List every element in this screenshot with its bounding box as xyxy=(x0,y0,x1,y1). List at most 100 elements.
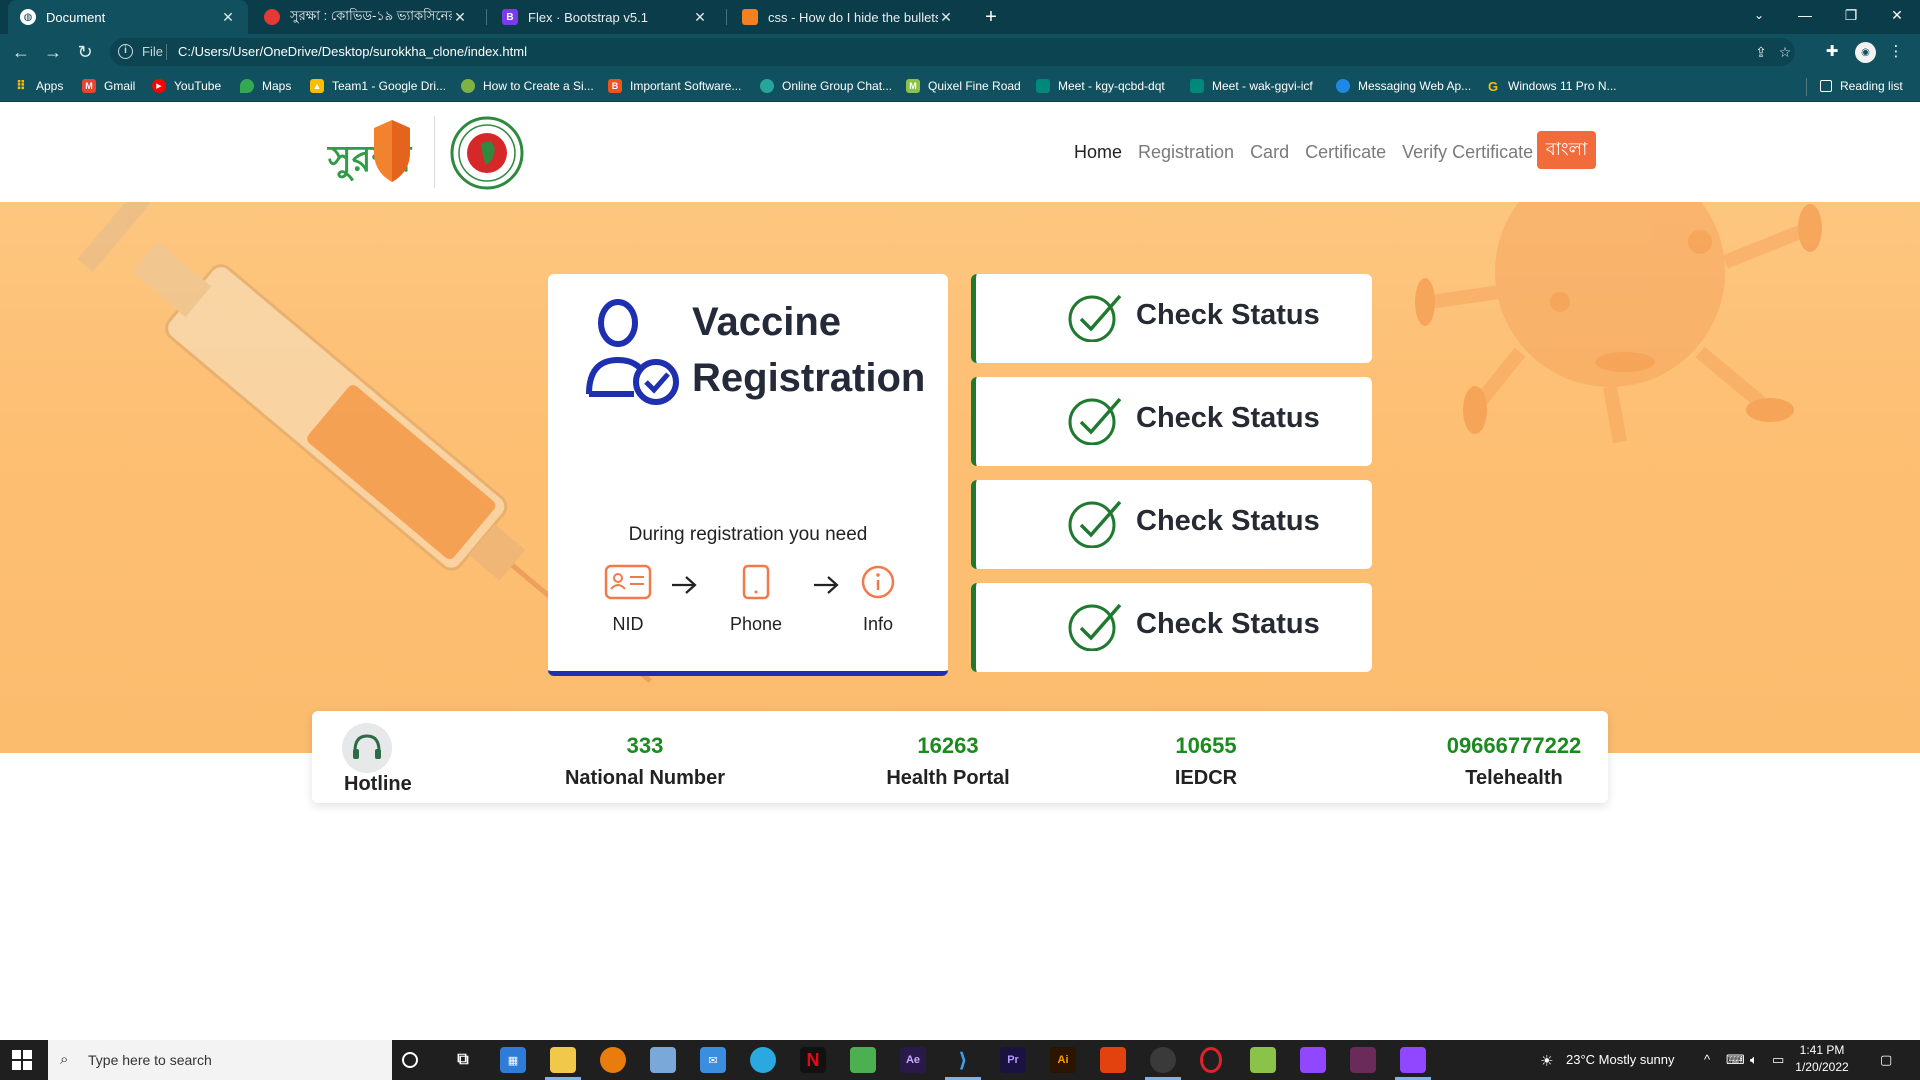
taskbar-search-box[interactable]: ⌕ Type here to search xyxy=(48,1040,392,1080)
bookmark-meet-1[interactable]: Meet - kgy-qcbd-dqt xyxy=(1036,77,1165,95)
tab-surokkha[interactable]: সুরক্ষা : কোভিড-১৯ ভ্যাকসিনের জ ✕ xyxy=(252,0,480,34)
minimize-button[interactable]: — xyxy=(1782,0,1828,30)
bookmark-quixel[interactable]: M Quixel Fine Road xyxy=(906,77,1021,95)
tab-stackoverflow[interactable]: css - How do I hide the bullets or ✕ xyxy=(730,0,966,34)
microsoft-store-icon[interactable]: ▦ xyxy=(500,1047,526,1073)
leaf-icon xyxy=(461,79,475,93)
check-status-card[interactable]: Check Status xyxy=(971,274,1372,363)
nav-certificate[interactable]: Certificate xyxy=(1305,142,1386,163)
restore-button[interactable]: ❐ xyxy=(1828,0,1874,30)
messenger-icon[interactable] xyxy=(750,1047,776,1073)
check-status-label: Check Status xyxy=(1136,299,1320,331)
after-effects-icon[interactable]: Ae xyxy=(900,1047,926,1073)
color-grid-app-icon[interactable] xyxy=(1250,1047,1276,1073)
logo-divider xyxy=(434,116,435,188)
close-tab-icon[interactable]: ✕ xyxy=(220,9,236,26)
taskbar-clock[interactable]: 1:41 PM 1/20/2022 xyxy=(1794,1042,1850,1076)
reload-button[interactable]: ↻ xyxy=(74,41,96,63)
site-header: সুরক্ষা Home Registration Card Certifica… xyxy=(0,102,1920,202)
check-status-card[interactable]: Check Status xyxy=(971,480,1372,569)
chrome-icon[interactable] xyxy=(1150,1047,1176,1073)
forward-button[interactable]: → xyxy=(42,41,64,63)
bookmark-label: Important Software... xyxy=(630,79,742,93)
vaccine-registration-card[interactable]: Vaccine Registration During registration… xyxy=(548,274,948,676)
opera-icon[interactable] xyxy=(1200,1047,1222,1073)
extensions-icon[interactable]: ✚ xyxy=(1822,42,1842,62)
bookmark-google-drive[interactable]: ▲ Team1 - Google Dri... xyxy=(310,77,446,95)
info-icon[interactable]: i xyxy=(118,44,133,59)
close-tab-icon[interactable]: ✕ xyxy=(938,9,954,26)
show-hidden-icons-icon[interactable]: ^ xyxy=(1704,1052,1710,1067)
illustrator-icon[interactable]: Ai xyxy=(1050,1047,1076,1073)
bookmark-messaging[interactable]: Messaging Web Ap... xyxy=(1336,77,1471,95)
bookmark-how-to-create[interactable]: How to Create a Si... xyxy=(461,77,594,95)
close-tab-icon[interactable]: ✕ xyxy=(452,9,468,26)
cortana-icon[interactable] xyxy=(402,1052,418,1068)
vectornator-icon[interactable] xyxy=(1350,1047,1376,1073)
netflix-icon[interactable]: N xyxy=(800,1047,826,1073)
blender-icon[interactable] xyxy=(600,1047,626,1073)
office-icon[interactable] xyxy=(1100,1047,1126,1073)
back-button[interactable]: ← xyxy=(10,41,32,63)
hotline-item-iedcr[interactable]: 10655 IEDCR xyxy=(1164,733,1248,790)
url-text[interactable]: C:/Users/User/OneDrive/Desktop/surokkha_… xyxy=(178,44,527,59)
windows-taskbar: ⌕ Type here to search ⧉ ▦ ✉ N Ae ⟩ Pr Ai… xyxy=(0,1040,1920,1080)
stackoverflow-favicon-icon xyxy=(742,9,758,25)
task-view-icon[interactable]: ⧉ xyxy=(450,1047,476,1073)
hotline-item-telehealth[interactable]: 09666777222 Telehealth xyxy=(1434,733,1594,790)
nav-home[interactable]: Home xyxy=(1074,142,1122,163)
reading-list-label: Reading list xyxy=(1840,79,1903,93)
network-icon[interactable]: ⌨ xyxy=(1726,1052,1745,1068)
hotline-item-national[interactable]: 333 National Number xyxy=(560,733,730,790)
profile-avatar[interactable]: ◉ xyxy=(1855,42,1876,63)
bookmark-youtube[interactable]: ▶ YouTube xyxy=(152,77,221,95)
close-tab-icon[interactable]: ✕ xyxy=(692,9,708,26)
twitch-icon[interactable] xyxy=(1300,1047,1326,1073)
premiere-pro-icon[interactable]: Pr xyxy=(1000,1047,1026,1073)
tab-divider xyxy=(726,9,727,25)
bookmark-apps[interactable]: ⠿ Apps xyxy=(14,77,63,95)
google-meet-icon xyxy=(1036,79,1050,93)
3d-viewer-icon[interactable] xyxy=(650,1047,676,1073)
check-circle-icon xyxy=(1068,603,1122,651)
nav-registration[interactable]: Registration xyxy=(1138,142,1234,163)
weather-icon[interactable]: ☀ xyxy=(1540,1052,1553,1070)
check-circle-icon xyxy=(1068,397,1122,445)
weather-text[interactable]: 23°C Mostly sunny xyxy=(1566,1052,1675,1067)
windows-start-icon[interactable] xyxy=(12,1050,32,1070)
bookmark-online-group-chat[interactable]: Online Group Chat... xyxy=(760,77,892,95)
browser-menu-icon[interactable]: ⋮ xyxy=(1886,42,1906,62)
keyboard-icon[interactable]: ▭ xyxy=(1772,1052,1784,1068)
vscode-icon[interactable]: ⟩ xyxy=(950,1047,976,1073)
check-status-card[interactable]: Check Status xyxy=(971,377,1372,466)
browser-toolbar: ← → ↻ i File C:/Users/User/OneDrive/Desk… xyxy=(0,34,1920,70)
check-status-card[interactable]: Check Status xyxy=(971,583,1372,672)
notification-icon[interactable]: ▢ xyxy=(1880,1052,1892,1068)
tab-bootstrap[interactable]: B Flex · Bootstrap v5.1 ✕ xyxy=(490,0,720,34)
twitch-alt-icon[interactable] xyxy=(1400,1047,1426,1073)
bookmark-important-software[interactable]: B Important Software... xyxy=(608,77,741,95)
notepad-icon[interactable] xyxy=(850,1047,876,1073)
bookmark-gmail[interactable]: M Gmail xyxy=(82,77,135,95)
hotline-bar: Hotline 333 National Number 16263 Health… xyxy=(312,711,1608,803)
government-seal-icon xyxy=(450,116,524,190)
bookmark-star-icon[interactable]: ☆ xyxy=(1776,43,1794,61)
hotline-item-health-portal[interactable]: 16263 Health Portal xyxy=(878,733,1018,790)
close-window-button[interactable]: ✕ xyxy=(1874,0,1920,30)
nav-card[interactable]: Card xyxy=(1250,142,1289,163)
file-explorer-icon[interactable] xyxy=(550,1047,576,1073)
bookmark-meet-2[interactable]: Meet - wak-ggvi-icf xyxy=(1190,77,1313,95)
bookmark-windows-11[interactable]: G Windows 11 Pro N... xyxy=(1486,77,1617,95)
new-tab-button[interactable]: + xyxy=(978,4,1004,30)
volume-icon[interactable]: 🔈︎ xyxy=(1750,1052,1758,1068)
tab-search-icon[interactable]: ⌄ xyxy=(1736,0,1782,30)
mail-icon[interactable]: ✉ xyxy=(700,1047,726,1073)
arrow-right-icon xyxy=(814,576,839,594)
bookmark-maps[interactable]: Maps xyxy=(240,77,291,95)
address-bar[interactable]: i File C:/Users/User/OneDrive/Desktop/su… xyxy=(110,38,1795,66)
nav-verify-certificate[interactable]: Verify Certificate xyxy=(1402,142,1533,163)
tab-document[interactable]: ◍ Document ✕ xyxy=(8,0,248,34)
share-icon[interactable]: ⇪ xyxy=(1752,43,1770,61)
language-toggle-button[interactable]: বাংলা xyxy=(1537,131,1596,169)
reading-list-button[interactable]: Reading list xyxy=(1820,77,1903,95)
